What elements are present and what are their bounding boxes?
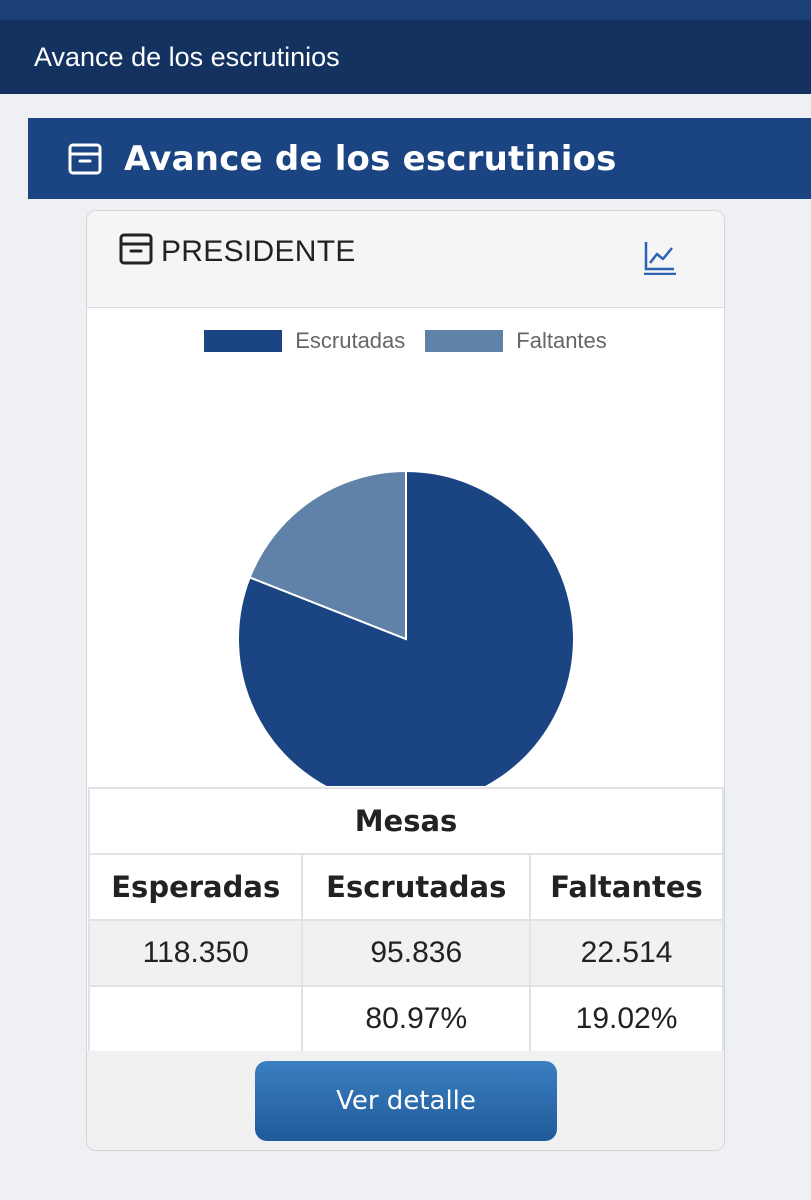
- pie-chart: [237, 469, 575, 786]
- section-header: Avance de los escrutinios: [28, 118, 811, 199]
- card-header: PRESIDENTE: [87, 211, 724, 308]
- line-chart-icon[interactable]: [643, 239, 677, 276]
- card-title: PRESIDENTE: [161, 235, 356, 268]
- table-row: 118.350 95.836 22.514: [87, 919, 724, 987]
- top-strip: [0, 0, 811, 20]
- cell-escrutadas: 95.836: [301, 919, 532, 987]
- mesas-table: Mesas Esperadas Escrutadas Faltantes 118…: [87, 787, 724, 1053]
- ver-detalle-button[interactable]: Ver detalle: [255, 1061, 557, 1141]
- card-footer: Ver detalle: [87, 1051, 724, 1150]
- pie-chart-area: Escrutadas Faltantes: [87, 308, 724, 786]
- column-header-faltantes: Faltantes: [529, 853, 724, 921]
- table-header-mesas: Mesas: [88, 787, 724, 855]
- president-card: PRESIDENTE Escrutadas Faltantes Mesas Es…: [86, 210, 725, 1151]
- cell-faltantes-percent: 19.02%: [529, 985, 724, 1053]
- top-bar: Avance de los escrutinios: [0, 20, 811, 94]
- table-row: 80.97% 19.02%: [87, 985, 724, 1053]
- cell-esperadas: 118.350: [87, 919, 304, 987]
- top-bar-title: Avance de los escrutinios: [34, 41, 340, 72]
- section-title: Avance de los escrutinios: [124, 138, 617, 179]
- archive-box-icon: [68, 142, 102, 176]
- cell-esperadas-percent: [87, 985, 304, 1053]
- column-header-esperadas: Esperadas: [87, 853, 304, 921]
- column-header-escrutadas: Escrutadas: [301, 853, 532, 921]
- archive-box-icon: [119, 233, 153, 265]
- cell-faltantes: 22.514: [529, 919, 724, 987]
- cell-escrutadas-percent: 80.97%: [301, 985, 532, 1053]
